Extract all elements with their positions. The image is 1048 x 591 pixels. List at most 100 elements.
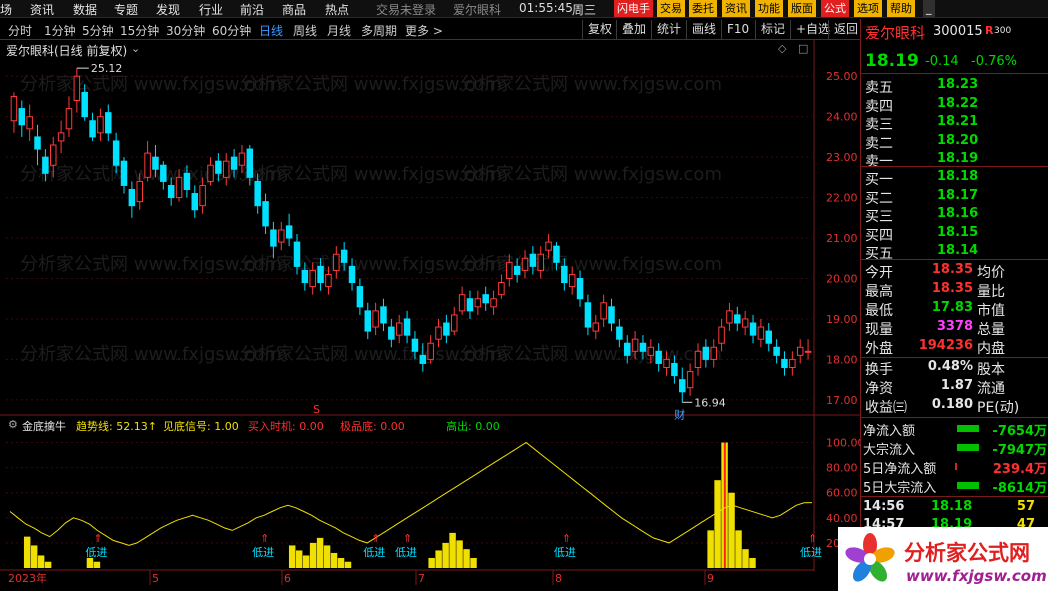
candle bbox=[160, 161, 167, 190]
buy-arrow-icon: ⇑ bbox=[562, 532, 571, 545]
menu-item[interactable]: 场 bbox=[0, 1, 12, 18]
ind-bar bbox=[323, 545, 331, 568]
hot-button-function[interactable]: 功能 bbox=[755, 0, 783, 17]
ind-bar bbox=[442, 542, 449, 568]
ind-y-tick-label: 100.00 bbox=[826, 437, 860, 450]
candle bbox=[513, 258, 521, 283]
candle bbox=[97, 108, 104, 141]
menu-item[interactable]: 热点 bbox=[325, 1, 349, 18]
candle bbox=[175, 169, 183, 202]
buy-arrow-icon: ⇑ bbox=[403, 532, 412, 545]
quote-row: 今开 18.35 均价 bbox=[861, 262, 1048, 281]
candle bbox=[183, 165, 191, 198]
extra-value: 0.180 bbox=[931, 397, 973, 412]
quote-row: 买二 18.17 bbox=[861, 187, 1048, 207]
stat-label: 外盘 bbox=[865, 341, 893, 357]
candle bbox=[388, 318, 395, 348]
candle bbox=[105, 104, 112, 141]
stat-label-2: 均价 bbox=[977, 265, 1005, 281]
quote-row: 外盘 194236 内盘 bbox=[861, 338, 1048, 357]
candle bbox=[238, 145, 246, 174]
ask-label: 卖五 bbox=[865, 80, 893, 96]
weekday: 周三 bbox=[572, 3, 597, 17]
bid-price: 18.16 bbox=[937, 206, 979, 221]
flow-bar bbox=[957, 425, 979, 432]
stat-label: 现量 bbox=[865, 322, 893, 338]
extra-label: 换手 bbox=[865, 362, 893, 378]
ind-bar bbox=[735, 530, 742, 568]
candle bbox=[474, 290, 482, 315]
candle bbox=[230, 149, 238, 178]
hot-button-help[interactable]: 帮助 bbox=[887, 0, 915, 17]
signal-label: 低进 bbox=[252, 546, 274, 559]
board-tag: 300 bbox=[994, 26, 1012, 36]
quote-row: 最高 18.35 量比 bbox=[861, 281, 1048, 300]
quote-row: 买一 18.18 bbox=[861, 169, 1048, 188]
candle bbox=[600, 294, 607, 328]
extra-label-2: 流通 bbox=[977, 381, 1005, 397]
candle bbox=[789, 351, 796, 376]
clock: 01:55:45 bbox=[519, 1, 573, 15]
ind-bar bbox=[295, 550, 303, 568]
buy-arrow-icon: ⇑ bbox=[371, 532, 380, 545]
menu-item[interactable]: 商品 bbox=[282, 1, 306, 18]
candle bbox=[18, 100, 26, 137]
stat-label: 最低 bbox=[865, 303, 893, 319]
app-name: 爱尔眼科 bbox=[453, 3, 502, 17]
x-tick-label: 9 bbox=[707, 572, 714, 585]
candle bbox=[254, 173, 261, 214]
candle bbox=[726, 302, 733, 332]
candle bbox=[679, 367, 686, 403]
ind-y-tick-label: 60.00 bbox=[826, 487, 858, 500]
quote-row: 最低 17.83 市值 bbox=[861, 300, 1048, 319]
hot-button-trade[interactable]: 交易 bbox=[657, 0, 685, 17]
quote-row: 卖二 18.20 bbox=[861, 133, 1048, 152]
hot-button-order[interactable]: 委托 bbox=[689, 0, 717, 17]
candle bbox=[26, 104, 33, 141]
menu-item[interactable]: 前沿 bbox=[240, 1, 264, 18]
bid-price: 18.17 bbox=[937, 187, 979, 203]
signal-label: 低进 bbox=[363, 546, 385, 559]
y-tick-label: 19.00 bbox=[826, 313, 858, 326]
ind-bar bbox=[728, 492, 735, 568]
ind-bar bbox=[449, 532, 456, 568]
hot-button-options[interactable]: 选项 bbox=[854, 0, 882, 17]
buy-arrow-icon: ⇑ bbox=[93, 532, 102, 545]
menu-item[interactable]: 资讯 bbox=[30, 1, 54, 18]
hot-button-layout[interactable]: 版面 bbox=[788, 0, 816, 17]
menu-item[interactable]: 发现 bbox=[156, 1, 180, 18]
quote-row: 大宗流入 -7947万 bbox=[861, 439, 1048, 458]
candle bbox=[262, 193, 269, 234]
window-minimize[interactable]: _ bbox=[923, 0, 935, 17]
candle bbox=[529, 246, 537, 275]
menu-item[interactable]: 专题 bbox=[114, 1, 138, 18]
price-chart[interactable]: 25.1216.94财S ⇑低进⇑低进⇑低进⇑低进⇑低进⇑低进 25.0024.… bbox=[0, 20, 860, 591]
hot-button-news[interactable]: 资讯 bbox=[722, 0, 750, 17]
candle bbox=[490, 290, 497, 315]
candle bbox=[207, 157, 214, 186]
candle bbox=[663, 351, 670, 376]
ask-price: 18.22 bbox=[937, 95, 979, 111]
menu-item[interactable]: 数据 bbox=[73, 1, 97, 18]
y-tick-label: 23.00 bbox=[826, 151, 858, 164]
stat-label: 今开 bbox=[865, 265, 893, 281]
buy-arrow-icon: ⇑ bbox=[260, 532, 269, 545]
candle bbox=[65, 96, 73, 137]
candle bbox=[584, 294, 592, 336]
ind-bar bbox=[23, 536, 31, 568]
bid-label: 买五 bbox=[865, 246, 893, 262]
candle bbox=[81, 84, 88, 121]
flow-bar bbox=[955, 463, 957, 470]
ind-bar bbox=[316, 537, 324, 568]
candle bbox=[710, 339, 717, 368]
quote-row: 14:56 18.18 57 bbox=[861, 499, 1048, 517]
hot-button-flash[interactable]: 闪电手 bbox=[614, 0, 653, 17]
login-status[interactable]: 交易未登录 bbox=[376, 1, 436, 18]
menu-item[interactable]: 行业 bbox=[199, 1, 223, 18]
price-change-pct: -0.76% bbox=[971, 54, 1017, 69]
hot-button-formula[interactable]: 公式 bbox=[821, 0, 849, 17]
stat-label-2: 总量 bbox=[977, 322, 1005, 338]
candle bbox=[199, 177, 206, 214]
signal-label: 低进 bbox=[800, 546, 822, 559]
ind-bar bbox=[30, 545, 38, 568]
